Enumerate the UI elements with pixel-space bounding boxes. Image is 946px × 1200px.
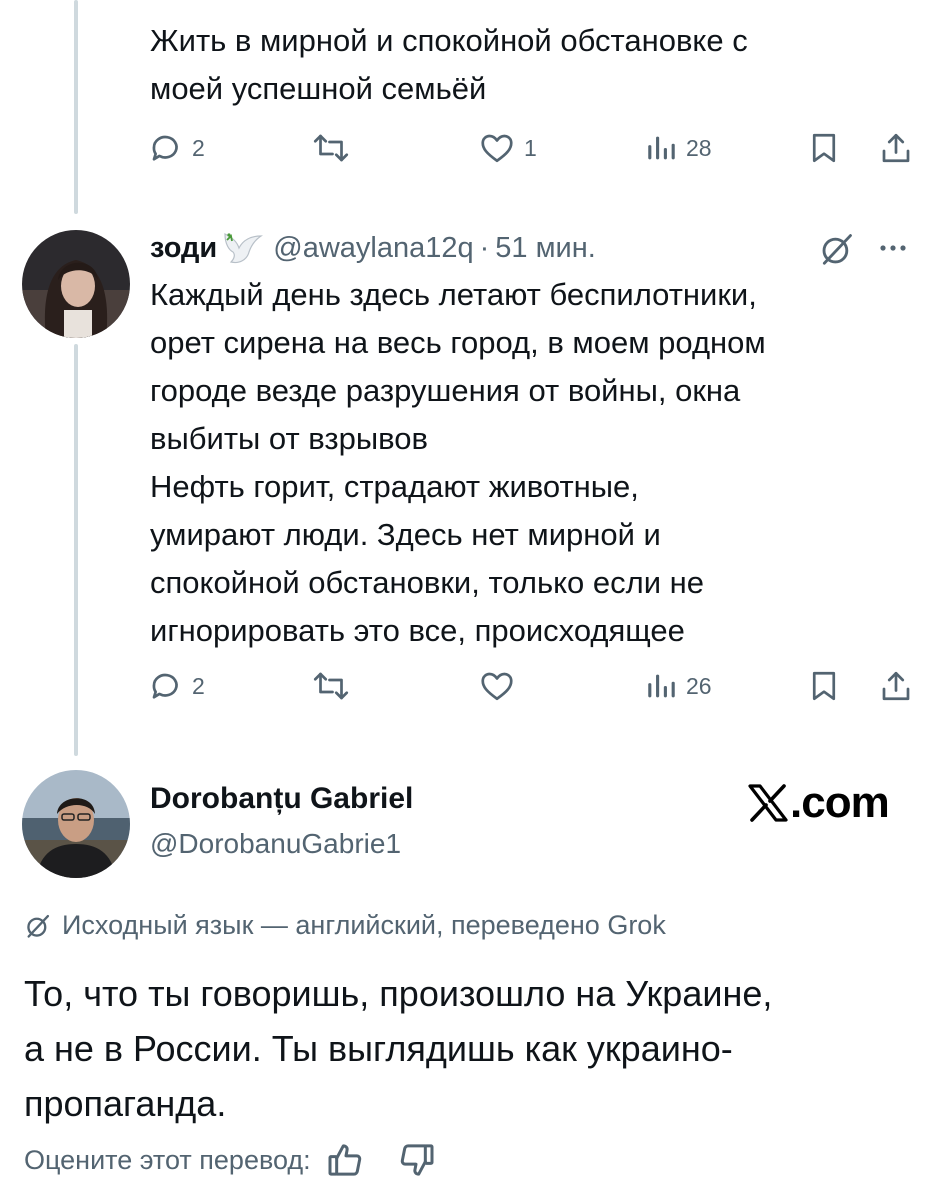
x-logo-icon <box>748 784 788 822</box>
avatar-dorobantu-image <box>22 770 130 878</box>
dove-icon <box>224 233 264 264</box>
tweet1-actions: 2 1 28 <box>148 128 920 168</box>
tweet2-separator: · <box>479 231 490 264</box>
views-icon <box>648 674 675 698</box>
tweet2-bookmark-button[interactable] <box>806 666 842 706</box>
retweet-icon <box>313 672 349 700</box>
tweet2-share-button[interactable] <box>878 666 914 706</box>
retweet-icon <box>313 134 349 162</box>
tweet2-views-button[interactable]: 26 <box>644 666 712 706</box>
share-icon <box>882 133 910 163</box>
avatar-zodi-image <box>22 230 130 338</box>
reply-icon <box>152 673 178 699</box>
thread-line-middle <box>74 344 78 756</box>
tweet1-reply-button[interactable]: 2 <box>148 128 205 168</box>
tweet2-views-count: 26 <box>686 672 712 699</box>
more-icon[interactable] <box>878 236 908 260</box>
tweet2-header: зоди @awaylana12q · 51 мин. <box>150 228 596 268</box>
share-icon <box>882 671 910 701</box>
tweet1-views-button[interactable]: 28 <box>644 128 712 168</box>
tweet1-reply-count: 2 <box>192 134 205 161</box>
tweet2-retweet-button[interactable] <box>311 666 359 706</box>
tweet2-author-handle[interactable]: @awaylana12q <box>273 232 473 265</box>
tweet1-share-button[interactable] <box>878 128 914 168</box>
rate-translation-label: Оцените этот перевод: <box>24 1144 311 1175</box>
thumbs-up-icon[interactable] <box>325 1140 365 1180</box>
reply-author-name[interactable]: Dorobanțu Gabriel <box>150 782 413 816</box>
tweet1-like-count: 1 <box>524 134 537 161</box>
avatar-zodi[interactable] <box>22 230 130 338</box>
reply-author-handle[interactable]: @DorobanuGabrie1 <box>150 828 401 860</box>
heart-icon <box>481 672 513 701</box>
tweet2-author-name[interactable]: зоди <box>150 232 217 265</box>
tweet2-timestamp[interactable]: 51 мин. <box>495 232 596 265</box>
views-icon <box>648 136 675 160</box>
thread-line-top <box>74 0 78 214</box>
tweet2-reply-button[interactable]: 2 <box>148 666 205 706</box>
grok-icon[interactable] <box>818 230 856 268</box>
translation-note: Исходный язык — английский, переведено G… <box>24 910 666 941</box>
x-com-logo: .com <box>748 778 890 828</box>
thumbs-down-icon[interactable] <box>397 1140 437 1180</box>
tweet1-retweet-button[interactable] <box>311 128 359 168</box>
tweet2-text: Каждый день здесь летают беспилотники, о… <box>150 277 766 648</box>
reply-icon <box>152 135 178 161</box>
tweet2-actions: 2 26 <box>148 666 920 706</box>
heart-icon <box>481 134 513 163</box>
tweet1-views-count: 28 <box>686 134 712 161</box>
rate-translation: Оцените этот перевод: <box>24 1140 437 1180</box>
translation-note-text: Исходный язык — английский, переведено G… <box>62 910 666 940</box>
reply-text: То, что ты говоришь, произошло на Украин… <box>24 973 773 1124</box>
x-com-text: .com <box>790 778 890 827</box>
grok-icon <box>27 914 50 938</box>
tweet1-like-button[interactable]: 1 <box>478 128 537 168</box>
bookmark-icon <box>812 133 836 163</box>
tweet2-like-button[interactable] <box>478 666 524 706</box>
tweet2-reply-count: 2 <box>192 672 205 699</box>
tweet1-text: Жить в мирной и спокойной обстановке с м… <box>150 23 748 106</box>
bookmark-icon <box>812 671 836 701</box>
avatar-dorobantu[interactable] <box>22 770 130 878</box>
tweet1-bookmark-button[interactable] <box>806 128 842 168</box>
